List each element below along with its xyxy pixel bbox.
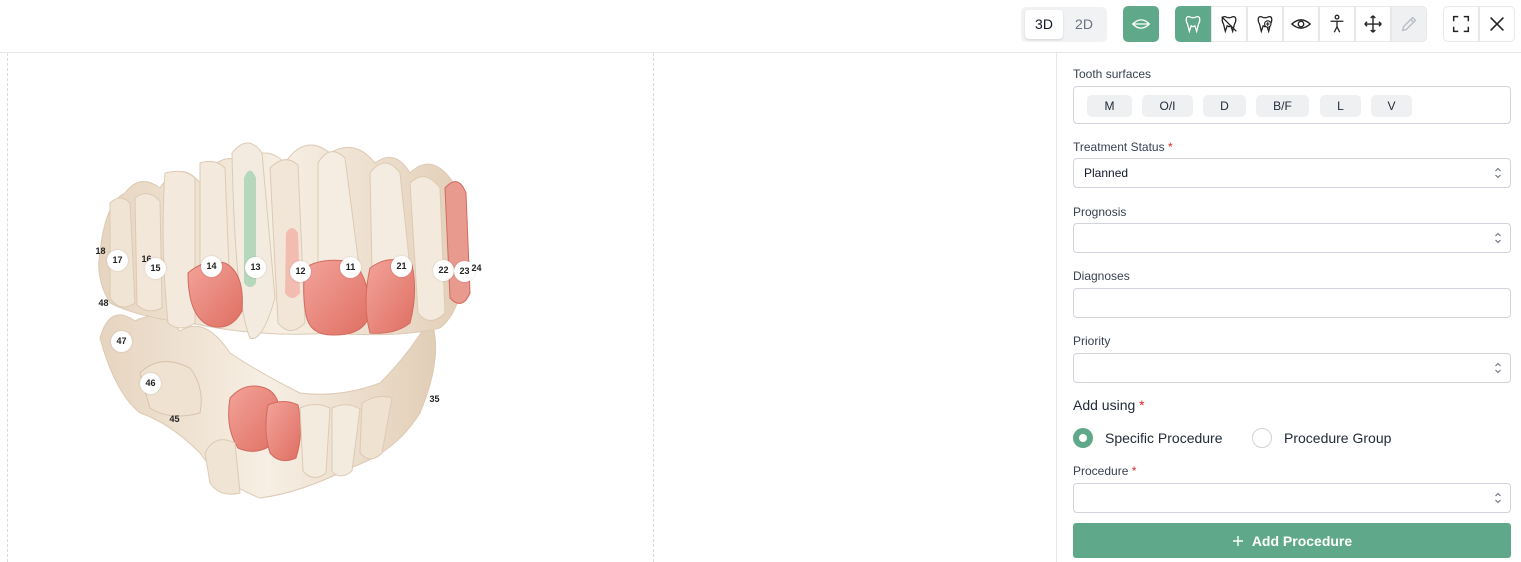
dental-3d-viewer[interactable]: 18 17 16 15 14 13 12 11 21 22 23 24 48 4…	[0, 53, 1056, 562]
viewport-guide-center	[653, 53, 654, 562]
procedure-label: Procedure *	[1073, 464, 1136, 478]
treatment-status-value: Planned	[1084, 166, 1129, 180]
upper-jaw	[98, 142, 471, 339]
tooth-label-12[interactable]: 12	[290, 261, 311, 282]
pencil-icon	[1401, 16, 1417, 32]
select-chevrons-icon	[1495, 232, 1501, 244]
surface-bf-chip[interactable]: B/F	[1256, 95, 1309, 117]
treatment-status-select[interactable]: Planned	[1073, 158, 1511, 188]
dental-chart-app: 3D 2D 18 17 16 15 14 13 12 11 21 22 23 2…	[0, 0, 1521, 562]
missing-tooth-button[interactable]	[1211, 6, 1247, 42]
tooth-crossed-icon	[1221, 16, 1237, 34]
tooth-label-14[interactable]: 14	[201, 256, 222, 277]
view-mode-toggle: 3D 2D	[1021, 7, 1107, 42]
procedure-group-label[interactable]: Procedure Group	[1284, 430, 1391, 446]
visibility-button[interactable]	[1283, 6, 1319, 42]
fullscreen-button[interactable]	[1443, 6, 1479, 42]
select-chevrons-icon	[1495, 167, 1501, 179]
view-2d-button[interactable]: 2D	[1065, 10, 1103, 39]
close-button[interactable]	[1479, 6, 1515, 42]
priority-label: Priority	[1073, 334, 1111, 348]
add-procedure-label: Add Procedure	[1251, 532, 1353, 549]
prognosis-label: Prognosis	[1073, 205, 1127, 219]
person-icon	[1330, 14, 1344, 33]
required-asterisk: *	[1131, 464, 1137, 478]
add-tooth-button[interactable]	[1247, 6, 1283, 42]
close-icon	[1490, 17, 1504, 31]
treatment-status-label-text: Treatment Status	[1073, 140, 1165, 154]
tooth-label-24[interactable]: 24	[466, 258, 487, 279]
patient-button[interactable]	[1319, 6, 1355, 42]
tooth-label-22[interactable]: 22	[433, 260, 454, 281]
tooth-label-21[interactable]: 21	[391, 256, 412, 277]
priority-select[interactable]	[1073, 353, 1511, 383]
add-using-label-text: Add using	[1073, 397, 1136, 413]
tooth-label-35[interactable]: 35	[424, 389, 445, 410]
procedure-panel: Tooth surfaces M O/I D B/F L V Treatment…	[1056, 53, 1521, 562]
required-asterisk: *	[1139, 397, 1145, 413]
add-using-label: Add using *	[1073, 397, 1145, 413]
diagnoses-label: Diagnoses	[1073, 269, 1130, 283]
surface-l-chip[interactable]: L	[1320, 95, 1361, 117]
specific-procedure-label[interactable]: Specific Procedure	[1105, 430, 1223, 446]
upper-tooth-15	[162, 170, 196, 329]
tooth-label-11[interactable]: 11	[340, 257, 361, 278]
mouth-view-button[interactable]	[1123, 6, 1159, 42]
mouth-icon	[1131, 19, 1151, 29]
tooth-label-46[interactable]: 46	[140, 373, 161, 394]
select-chevrons-icon	[1495, 362, 1501, 374]
surface-v-chip[interactable]: V	[1371, 95, 1412, 117]
move-icon	[1364, 15, 1382, 33]
procedure-group-radio[interactable]	[1252, 428, 1272, 448]
move-button[interactable]	[1355, 6, 1391, 42]
tooth-label-45[interactable]: 45	[164, 409, 185, 430]
tooth-view-button[interactable]	[1175, 6, 1211, 42]
fullscreen-icon	[1452, 15, 1470, 33]
jaw-model[interactable]	[0, 53, 560, 562]
tooth-surfaces-label: Tooth surfaces	[1073, 67, 1152, 81]
procedure-select[interactable]	[1073, 483, 1511, 513]
prognosis-select[interactable]	[1073, 223, 1511, 253]
tooth-label-17[interactable]: 17	[107, 250, 128, 271]
tooth-label-47[interactable]: 47	[111, 331, 132, 352]
lower-incisor	[299, 404, 331, 478]
draw-button[interactable]	[1391, 6, 1427, 42]
diagnoses-field[interactable]	[1073, 288, 1511, 318]
procedure-label-text: Procedure	[1073, 464, 1129, 478]
tooth-surfaces-selector: M O/I D B/F L V	[1073, 86, 1511, 124]
required-asterisk: *	[1167, 140, 1173, 154]
tooth-plus-icon	[1257, 16, 1273, 34]
top-toolbar: 3D 2D	[0, 0, 1521, 53]
view-3d-button[interactable]: 3D	[1025, 10, 1063, 39]
surface-m-chip[interactable]: M	[1087, 95, 1132, 117]
lower-crown-red-2	[265, 401, 302, 462]
tooth-label-48[interactable]: 48	[93, 293, 114, 314]
treatment-status-label: Treatment Status *	[1073, 140, 1173, 154]
surface-oi-chip[interactable]: O/I	[1142, 95, 1193, 117]
plus-icon	[1232, 535, 1243, 546]
lower-premolar	[204, 439, 241, 495]
tooth-icon	[1185, 16, 1201, 34]
specific-procedure-radio[interactable]	[1073, 428, 1093, 448]
tooth-label-15[interactable]: 15	[145, 258, 166, 279]
tooth-label-13[interactable]: 13	[245, 257, 266, 278]
select-chevrons-icon	[1495, 492, 1501, 504]
add-procedure-button[interactable]: Add Procedure	[1073, 523, 1511, 558]
surface-d-chip[interactable]: D	[1203, 95, 1246, 117]
eye-icon	[1290, 19, 1312, 29]
lower-jaw	[99, 314, 437, 499]
